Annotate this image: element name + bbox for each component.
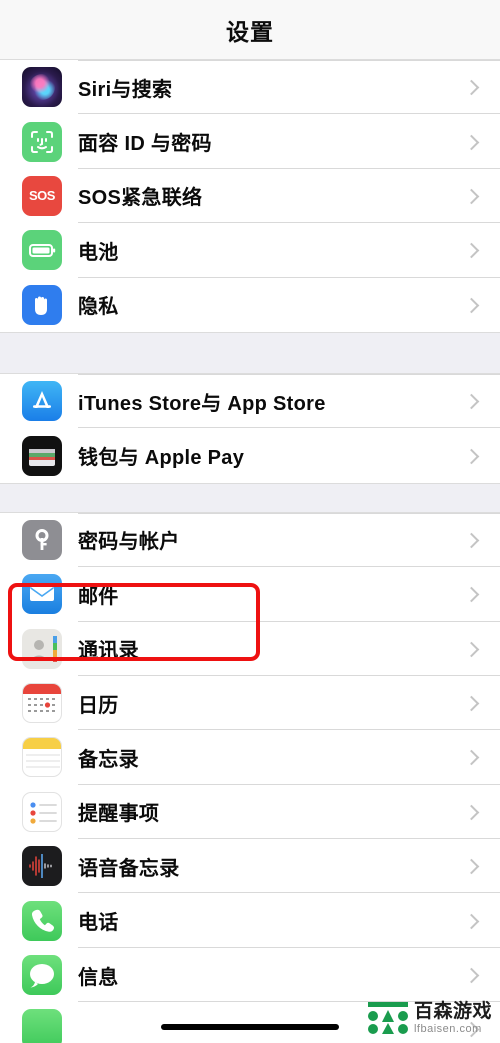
settings-group-system: Siri与搜索 面容 ID 与密码 SOS SOS紧急联络 电池 隐私 [0, 60, 500, 332]
siri-icon [22, 67, 62, 108]
wallet-icon [22, 435, 62, 476]
settings-row-mail[interactable]: 邮件 [0, 567, 500, 622]
watermark-text: 百森游戏 lfbaisen.com [414, 1002, 492, 1035]
settings-row-wallet-apple-pay[interactable]: 钱包与 Apple Pay [0, 428, 500, 483]
settings-group-accounts: 密码与帐户 邮件 通讯录 日历 备忘录 提醒事项 语音备忘录 电话 信息 [0, 512, 500, 1043]
group-separator [0, 331, 500, 374]
chevron-right-icon [466, 806, 478, 818]
watermark-logo-icon [367, 1002, 408, 1034]
page-title: 设置 [226, 18, 274, 45]
settings-row-phone[interactable]: 电话 [0, 893, 500, 948]
settings-row-label: 提醒事项 [78, 803, 160, 826]
settings-row-label: 信息 [78, 966, 119, 989]
settings-row-siri[interactable]: Siri与搜索 [0, 60, 500, 115]
sos-icon: SOS [22, 175, 62, 216]
settings-row-label: 密码与帐户 [78, 531, 180, 554]
chevron-right-icon [466, 534, 478, 546]
privacy-hand-icon [22, 284, 62, 325]
home-indicator [161, 1024, 339, 1030]
settings-row-privacy[interactable]: 隐私 [0, 277, 500, 332]
chevron-right-icon [466, 969, 478, 981]
chevron-right-icon [466, 81, 478, 93]
app-store-icon [22, 381, 62, 422]
chevron-right-icon [466, 915, 478, 927]
voice-memos-icon [22, 846, 62, 887]
chevron-right-icon [466, 643, 478, 655]
chevron-right-icon [466, 136, 478, 148]
battery-icon [22, 230, 62, 271]
settings-list[interactable]: Siri与搜索 面容 ID 与密码 SOS SOS紧急联络 电池 隐私 iTun… [0, 60, 500, 1043]
notes-icon [22, 737, 62, 778]
calendar-icon [22, 683, 62, 724]
settings-row-emergency-sos[interactable]: SOS SOS紧急联络 [0, 168, 500, 224]
watermark-name: 百森游戏 [413, 1000, 492, 1022]
settings-row-notes[interactable]: 备忘录 [0, 730, 500, 785]
phone-icon [22, 900, 62, 941]
settings-row-label: 电话 [78, 912, 119, 935]
chevron-right-icon [466, 450, 478, 462]
chevron-right-icon [466, 190, 478, 202]
settings-row-battery[interactable]: 电池 [0, 223, 500, 278]
settings-row-label: 日历 [78, 694, 119, 717]
settings-row-label: iTunes Store与 App Store [78, 392, 326, 415]
chevron-right-icon [466, 860, 478, 872]
messages-icon [22, 955, 62, 996]
settings-row-itunes-app-store[interactable]: iTunes Store与 App Store [0, 373, 500, 429]
key-icon [22, 519, 62, 560]
group-separator [0, 482, 500, 513]
settings-row-passwords-accounts[interactable]: 密码与帐户 [0, 512, 500, 568]
sos-glyph: SOS [29, 188, 55, 204]
settings-group-stores: iTunes Store与 App Store 钱包与 Apple Pay [0, 373, 500, 483]
settings-row-face-id[interactable]: 面容 ID 与密码 [0, 114, 500, 169]
settings-row-label: 备忘录 [78, 748, 139, 771]
settings-row-label: 钱包与 Apple Pay [78, 447, 245, 470]
settings-row-contacts[interactable]: 通讯录 [0, 621, 500, 676]
watermark: 百森游戏 lfbaisen.com [367, 1001, 492, 1035]
settings-row-label: Siri与搜索 [78, 78, 173, 101]
chevron-right-icon [466, 299, 478, 311]
faceid-icon [22, 121, 62, 162]
chevron-right-icon [466, 244, 478, 256]
reminders-icon [22, 791, 62, 832]
settings-row-label: 面容 ID 与密码 [78, 133, 212, 156]
settings-row-messages[interactable]: 信息 [0, 947, 500, 1003]
chevron-right-icon [466, 751, 478, 763]
settings-row-label: 通讯录 [78, 640, 139, 663]
facetime-icon [22, 1009, 62, 1043]
contacts-icon [22, 628, 62, 669]
chevron-right-icon [466, 588, 478, 600]
mail-icon [22, 574, 62, 615]
settings-row-label: 语音备忘录 [78, 857, 180, 880]
settings-row-label: 邮件 [78, 585, 119, 608]
chevron-right-icon [466, 395, 478, 407]
watermark-url: lfbaisen.com [413, 1022, 482, 1035]
settings-row-voice-memos[interactable]: 语音备忘录 [0, 839, 500, 894]
nav-bar: 设置 [0, 0, 500, 60]
settings-row-calendar[interactable]: 日历 [0, 675, 500, 731]
settings-row-label: SOS紧急联络 [78, 187, 203, 210]
settings-row-label: 电池 [78, 241, 119, 264]
chevron-right-icon [466, 697, 478, 709]
settings-row-reminders[interactable]: 提醒事项 [0, 784, 500, 840]
settings-row-label: 隐私 [78, 296, 119, 319]
